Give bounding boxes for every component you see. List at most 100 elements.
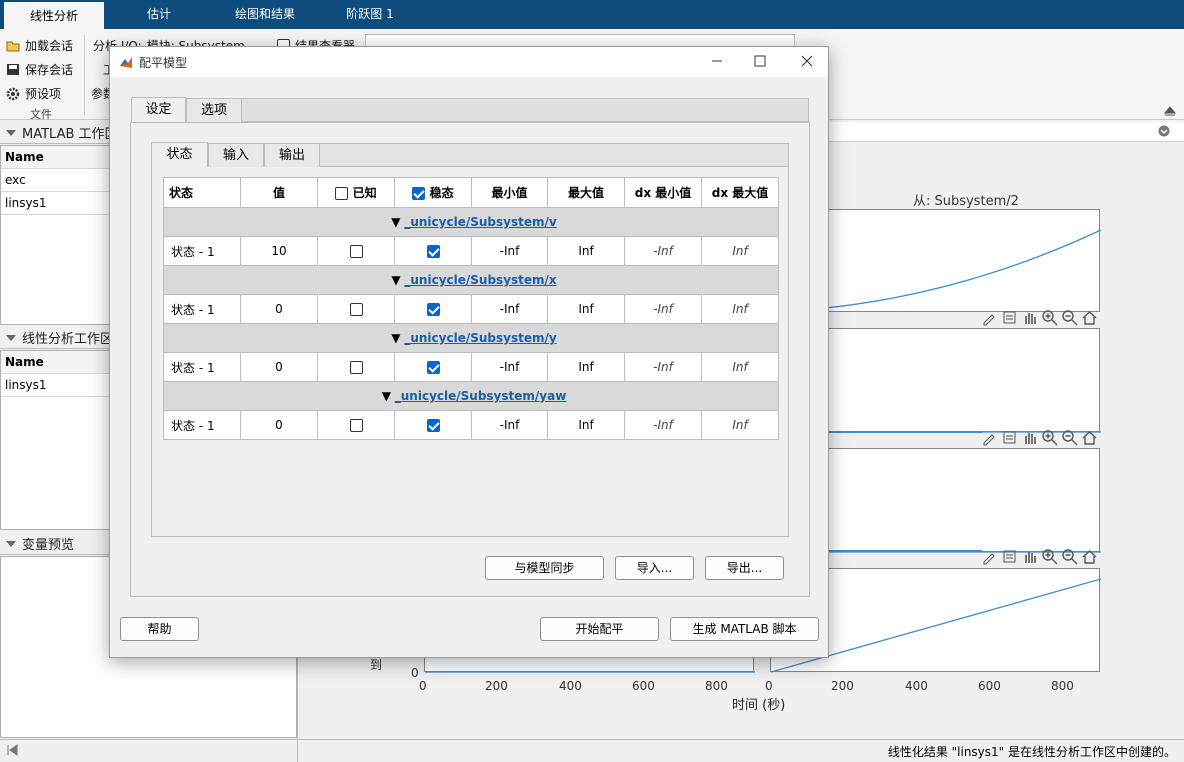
group-row-yaw[interactable]: ▼ _unicycle/Subsystem/yaw [163, 381, 779, 411]
zoom-out-icon[interactable] [1061, 548, 1078, 565]
zoom-in-icon[interactable] [1041, 548, 1058, 565]
dxmin-cell[interactable]: -Inf [624, 410, 702, 440]
subtab-inputs[interactable]: 输入 [208, 143, 264, 167]
col-steady[interactable]: 稳态 [394, 177, 472, 208]
expand-arrow-icon[interactable]: ▼ [391, 273, 400, 287]
steady-cell[interactable] [394, 236, 472, 266]
known-all-checkbox[interactable] [335, 187, 349, 200]
generate-script-button[interactable]: 生成 MATLAB 脚本 [670, 617, 819, 641]
steady-checkbox[interactable] [426, 245, 440, 258]
steady-cell[interactable] [394, 352, 472, 382]
tab-linear-analysis[interactable]: 线性分析 [4, 0, 104, 29]
pan-icon[interactable] [1021, 548, 1038, 565]
steady-cell[interactable] [394, 410, 472, 440]
document-menu-icon[interactable] [1158, 125, 1170, 140]
steady-checkbox[interactable] [426, 419, 440, 432]
group-link[interactable]: _unicycle/Subsystem/yaw [395, 389, 567, 403]
value-cell[interactable]: 0 [240, 410, 318, 440]
group-link[interactable]: _unicycle/Subsystem/v [404, 215, 556, 229]
min-cell[interactable]: -Inf [471, 236, 548, 266]
brush-icon[interactable] [981, 429, 998, 446]
known-cell[interactable] [317, 352, 395, 382]
known-checkbox[interactable] [349, 419, 363, 432]
dxmin-cell[interactable]: -Inf [624, 352, 702, 382]
tab-estimation[interactable]: 估计 [120, 0, 198, 29]
group-link[interactable]: _unicycle/Subsystem/x [404, 273, 556, 287]
max-cell[interactable]: Inf [547, 236, 625, 266]
col-known[interactable]: 已知 [317, 177, 395, 208]
export-button[interactable]: 导出... [705, 556, 784, 580]
value-cell[interactable]: 0 [240, 294, 318, 324]
tab-specification[interactable]: 设定 [131, 97, 186, 122]
known-checkbox[interactable] [349, 303, 363, 316]
home-icon[interactable] [1081, 548, 1098, 565]
known-cell[interactable] [317, 236, 395, 266]
import-button[interactable]: 导入... [615, 556, 694, 580]
sync-with-model-button[interactable]: 与模型同步 [485, 556, 604, 580]
group-row-y[interactable]: ▼ _unicycle/Subsystem/y [163, 323, 779, 353]
first-page-icon[interactable] [6, 744, 18, 759]
dxmin-cell[interactable]: -Inf [624, 294, 702, 324]
zoom-in-icon[interactable] [1041, 309, 1058, 326]
value-cell[interactable]: 10 [240, 236, 318, 266]
col-max[interactable]: 最大值 [547, 177, 625, 208]
group-row-v[interactable]: ▼ _unicycle/Subsystem/v [163, 207, 779, 237]
max-cell[interactable]: Inf [547, 294, 625, 324]
preferences-button[interactable]: 预设项 [6, 85, 61, 102]
tab-options[interactable]: 选项 [186, 98, 242, 122]
pan-icon[interactable] [1021, 429, 1038, 446]
dxmax-cell[interactable]: Inf [701, 294, 779, 324]
known-cell[interactable] [317, 294, 395, 324]
col-min[interactable]: 最小值 [471, 177, 548, 208]
steady-all-checkbox[interactable] [412, 187, 426, 200]
start-trim-button[interactable]: 开始配平 [540, 617, 659, 641]
steady-checkbox[interactable] [426, 303, 440, 316]
brush-icon[interactable] [981, 309, 998, 326]
dxmin-cell[interactable]: -Inf [624, 236, 702, 266]
close-icon[interactable] [800, 54, 814, 71]
min-cell[interactable]: -Inf [471, 294, 548, 324]
known-cell[interactable] [317, 410, 395, 440]
dxmax-cell[interactable]: Inf [701, 352, 779, 382]
group-row-x[interactable]: ▼ _unicycle/Subsystem/x [163, 265, 779, 295]
minimize-icon[interactable] [710, 53, 724, 70]
expand-arrow-icon[interactable]: ▼ [382, 389, 391, 403]
home-icon[interactable] [1081, 429, 1098, 446]
dxmax-cell[interactable]: Inf [701, 236, 779, 266]
col-dxmax[interactable]: dx 最大值 [701, 177, 779, 208]
collapse-toolstrip-icon[interactable] [1163, 105, 1177, 120]
save-session-button[interactable]: 保存会话 [6, 61, 73, 78]
pan-icon[interactable] [1021, 309, 1038, 326]
states-table[interactable]: 状态 值 已知 稳态 最小值 最大值 dx 最小值 dx 最大值 ▼ _unic… [163, 177, 779, 440]
collapse-icon[interactable] [6, 334, 16, 341]
value-cell[interactable]: 0 [240, 352, 318, 382]
subtab-outputs[interactable]: 输出 [264, 143, 320, 167]
group-link[interactable]: _unicycle/Subsystem/y [404, 331, 556, 345]
load-session-button[interactable]: 加载会话 [6, 37, 73, 54]
max-cell[interactable]: Inf [547, 410, 625, 440]
min-cell[interactable]: -Inf [471, 352, 548, 382]
home-icon[interactable] [1081, 309, 1098, 326]
subtab-states[interactable]: 状态 [151, 142, 208, 167]
known-checkbox[interactable] [349, 245, 363, 258]
zoom-in-icon[interactable] [1041, 429, 1058, 446]
help-button[interactable]: 帮助 [120, 617, 199, 641]
collapse-icon[interactable] [6, 540, 16, 547]
steady-cell[interactable] [394, 294, 472, 324]
brush-icon[interactable] [981, 548, 998, 565]
steady-checkbox[interactable] [426, 361, 440, 374]
dxmax-cell[interactable]: Inf [701, 410, 779, 440]
expand-arrow-icon[interactable]: ▼ [391, 331, 400, 345]
datatip-icon[interactable] [1001, 309, 1018, 326]
col-value[interactable]: 值 [240, 177, 318, 208]
col-state[interactable]: 状态 [163, 177, 241, 208]
tab-plots-results[interactable]: 绘图和结果 [216, 0, 314, 29]
maximize-icon[interactable] [754, 55, 766, 70]
dialog-titlebar[interactable]: 配平模型 [110, 47, 828, 77]
min-cell[interactable]: -Inf [471, 410, 548, 440]
known-checkbox[interactable] [349, 361, 363, 374]
datatip-icon[interactable] [1001, 548, 1018, 565]
datatip-icon[interactable] [1001, 429, 1018, 446]
collapse-icon[interactable] [6, 129, 16, 136]
expand-arrow-icon[interactable]: ▼ [391, 215, 400, 229]
